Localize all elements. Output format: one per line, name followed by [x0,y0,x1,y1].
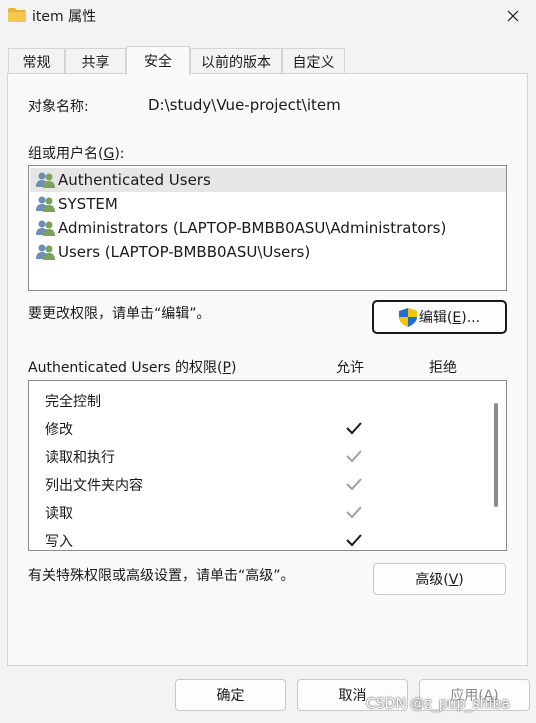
list-item[interactable]: Users (LAPTOP-BMBB0ASU\Users) [30,240,506,264]
group-name: Authenticated Users [58,171,211,189]
check-icon [346,534,362,547]
advanced-button-label: 高级(V) [415,572,464,588]
permission-name: 修改 [45,422,73,438]
tab-label: 以前的版本 [201,54,271,71]
group-name: Users (LAPTOP-BMBB0ASU\Users) [58,243,311,261]
tab-security[interactable]: 安全 [126,46,190,75]
shield-icon [398,307,417,327]
users-icon [36,172,55,188]
tab-general[interactable]: 常规 [8,48,65,74]
check-icon [346,450,362,463]
users-icon [36,220,55,236]
watermark: CSDN @z_pup_shiba [366,696,510,712]
advanced-hint: 有关特殊权限或高级设置，请单击“高级”。 [28,568,295,584]
tab-sharing[interactable]: 共享 [65,48,126,74]
advanced-button[interactable]: 高级(V) [373,563,506,595]
check-icon [346,506,362,519]
allow-header: 允许 [336,360,364,376]
tab-label: 自定义 [292,54,335,71]
permission-name: 读取和执行 [45,450,115,466]
permission-name: 完全控制 [45,394,101,410]
permissions-listbox[interactable]: 完全控制修改读取和执行列出文件夹内容 读取写入 [28,380,507,551]
close-button[interactable] [490,0,536,32]
permission-row: 写入 [29,527,489,550]
window-title: item 属性 [32,9,97,25]
permission-row: 列出文件夹内容 [29,471,489,499]
permission-name: 列出文件夹内容 [45,478,143,494]
users-icon [36,196,55,212]
group-name: Administrators (LAPTOP-BMBB0ASU\Administ… [58,219,447,237]
tab-label: 常规 [22,54,51,71]
permission-name: 写入 [45,534,73,550]
permission-name: 读取 [45,506,73,522]
groups-label: 组或用户名(G): [28,146,125,162]
group-name: SYSTEM [58,195,118,213]
permission-row: 读取 [29,499,489,527]
object-name-label: 对象名称: [28,99,89,115]
permissions-label: Authenticated Users 的权限(P) [28,360,237,376]
tab-label: 安全 [144,54,172,70]
deny-header: 拒绝 [429,360,457,376]
title-bar: item 属性 [0,0,536,32]
edit-button[interactable]: 编辑(E)... [372,300,507,334]
groups-listbox[interactable]: Authenticated Users SYSTEM Administrator… [28,165,507,291]
scrollbar-thumb[interactable] [494,403,498,507]
permission-row: 读取和执行 [29,443,489,471]
edit-button-label: 编辑(E)... [418,310,481,326]
object-name-value: D:\study\Vue-project\item [148,96,341,114]
close-icon [507,10,519,22]
permission-row: 修改 [29,415,489,443]
ok-button-label: 确定 [216,688,245,704]
edit-hint: 要更改权限，请单击“编辑”。 [28,306,211,322]
ok-button[interactable]: 确定 [175,679,286,711]
permission-row: 完全控制 [29,387,489,415]
check-icon [346,478,362,491]
cancel-button-label: 取消 [338,688,367,704]
list-item[interactable]: Administrators (LAPTOP-BMBB0ASU\Administ… [30,216,506,240]
tab-label: 共享 [81,54,110,71]
check-icon [346,422,362,435]
tab-customize[interactable]: 自定义 [282,48,345,74]
tab-previous-versions[interactable]: 以前的版本 [190,48,282,74]
folder-icon [8,8,26,22]
list-item[interactable]: SYSTEM [30,192,506,216]
list-item[interactable]: Authenticated Users [30,168,506,192]
users-icon [36,244,55,260]
